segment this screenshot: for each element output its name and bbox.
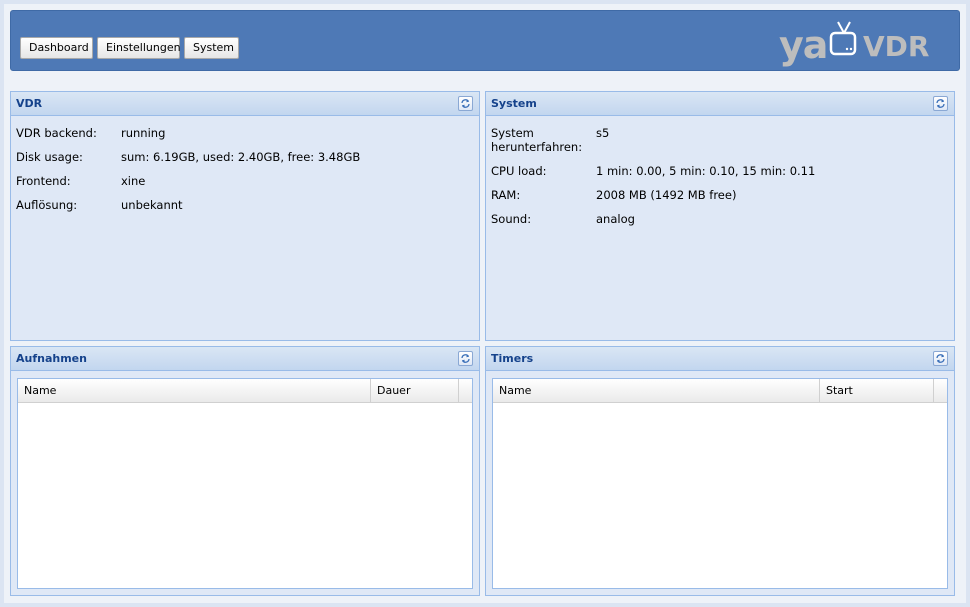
dashboard-button[interactable]: Dashboard: [20, 37, 93, 59]
info-value: running: [121, 126, 166, 140]
refresh-icon: [936, 354, 945, 363]
timers-grid-header: Name Start: [493, 379, 947, 403]
logo-text-vdr: VDR: [863, 30, 930, 63]
column-header-name[interactable]: Name: [493, 379, 820, 402]
info-label: VDR backend:: [16, 126, 97, 140]
info-value: xine: [121, 174, 146, 188]
header-bar: Dashboard Einstellungen System ya VDR: [10, 10, 960, 71]
refresh-icon: [461, 99, 470, 108]
timers-panel-title: Timers: [491, 352, 534, 365]
timers-panel-header: Timers: [486, 347, 954, 371]
info-label: System herunterfahren:: [491, 126, 583, 154]
aufnahmen-panel-header: Aufnahmen: [11, 347, 479, 371]
yavdr-logo: ya VDR: [779, 17, 939, 69]
info-value: unbekannt: [121, 198, 183, 212]
aufnahmen-grid-header: Name Dauer: [18, 379, 472, 403]
info-label: CPU load:: [491, 164, 547, 178]
info-value: 1 min: 0.00, 5 min: 0.10, 15 min: 0.11: [596, 164, 816, 178]
timers-grid: Name Start: [492, 378, 948, 589]
info-label: Frontend:: [16, 174, 71, 188]
aufnahmen-panel: Aufnahmen Name Dauer: [10, 346, 480, 596]
timers-panel: Timers Name Start: [485, 346, 955, 596]
system-refresh-button[interactable]: [933, 96, 948, 111]
vdr-panel-title: VDR: [16, 97, 43, 110]
einstellungen-button[interactable]: Einstellungen: [97, 37, 181, 59]
column-header-dauer[interactable]: Dauer: [371, 379, 459, 402]
vdr-panel-header: VDR: [11, 92, 479, 116]
vdr-refresh-button[interactable]: [458, 96, 473, 111]
aufnahmen-refresh-button[interactable]: [458, 351, 473, 366]
aufnahmen-panel-title: Aufnahmen: [16, 352, 87, 365]
column-header-name[interactable]: Name: [18, 379, 371, 402]
column-header-start[interactable]: Start: [820, 379, 934, 402]
refresh-icon: [461, 354, 470, 363]
info-value: s5: [596, 126, 610, 140]
timers-refresh-button[interactable]: [933, 351, 948, 366]
info-label: RAM:: [491, 188, 521, 202]
vdr-panel: VDR VDR backend: running Disk usage: sum…: [10, 91, 480, 341]
system-panel-header: System: [486, 92, 954, 116]
info-value: 2008 MB (1492 MB free): [596, 188, 737, 202]
info-label: Sound:: [491, 212, 532, 226]
tv-icon: [829, 21, 857, 56]
system-button[interactable]: System: [184, 37, 239, 59]
refresh-icon: [936, 99, 945, 108]
info-value: sum: 6.19GB, used: 2.40GB, free: 3.48GB: [121, 150, 361, 164]
aufnahmen-grid: Name Dauer: [17, 378, 473, 589]
system-panel: System System herunterfahren: s5 CPU loa…: [485, 91, 955, 341]
info-value: analog: [596, 212, 635, 226]
logo-text-ya: ya: [779, 23, 828, 67]
info-label: Disk usage:: [16, 150, 83, 164]
system-panel-title: System: [491, 97, 537, 110]
info-label: Auflösung:: [16, 198, 78, 212]
